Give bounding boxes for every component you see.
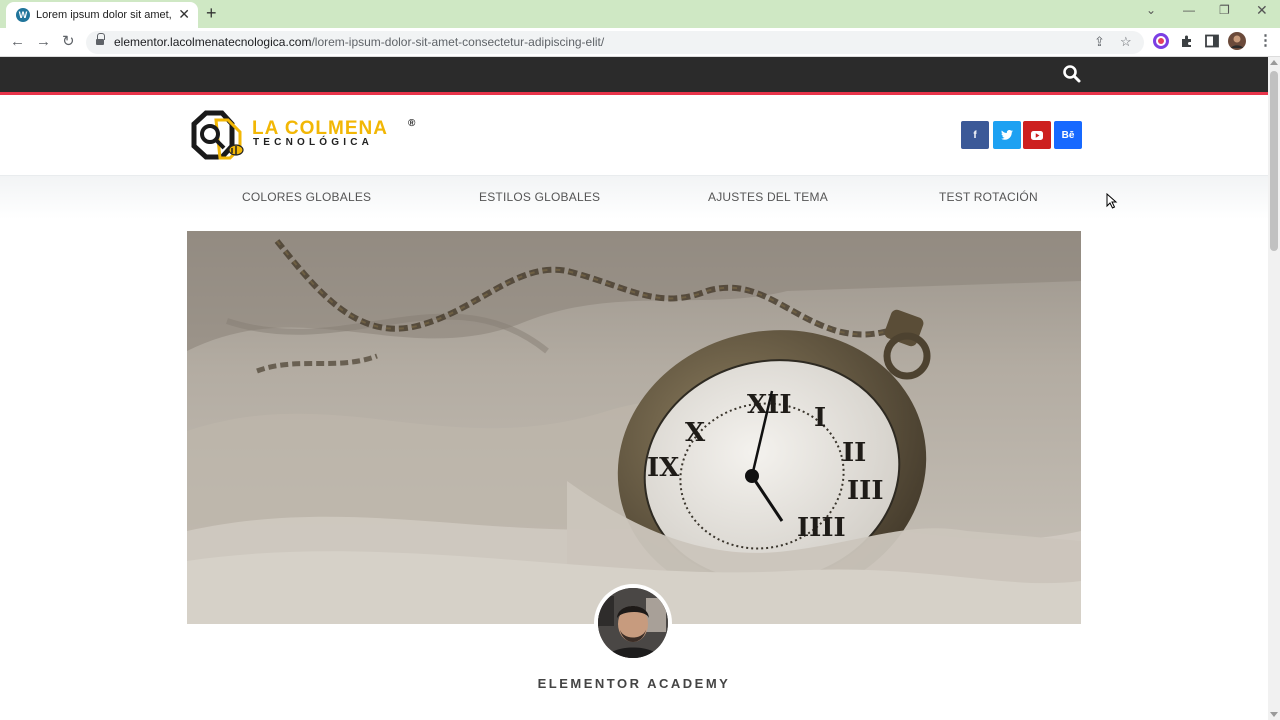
address-bar[interactable]: elementor.lacolmenatecnologica.com/lorem… [86, 31, 1144, 54]
wordpress-favicon-icon: W [16, 8, 30, 22]
lock-icon [96, 33, 105, 46]
tab-title: Lorem ipsum dolor sit amet, con [36, 9, 174, 21]
browser-tab-strip: W Lorem ipsum dolor sit amet, con ✕ + ⌄ … [0, 0, 1280, 28]
tab-search-chevron-icon[interactable]: ⌄ [1146, 3, 1156, 17]
svg-text:IIII: IIII [797, 513, 846, 543]
bookmark-star-icon[interactable]: ☆ [1120, 34, 1132, 50]
behance-icon: Bē [1061, 129, 1075, 141]
main-menu [0, 175, 1268, 219]
svg-text:X: X [685, 418, 706, 448]
menu-item-estilos-globales[interactable]: ESTILOS GLOBALES [479, 190, 600, 204]
site-logo[interactable]: LA COLMENA ® TECNOLÓGICA [186, 110, 422, 162]
pocket-watch-image: XII I II III X IX IIII [187, 231, 1081, 624]
svg-text:IX: IX [647, 453, 680, 483]
menu-item-test-rotacion[interactable]: TEST ROTACIÓN [939, 190, 1038, 204]
twitter-button[interactable] [993, 121, 1021, 149]
logo-subtitle: TECNOLÓGICA [253, 137, 374, 148]
url-path: /lorem-ipsum-dolor-sit-amet-consectetur-… [311, 35, 605, 49]
hexagon-logo-icon [191, 110, 244, 160]
behance-button[interactable]: Bē [1054, 121, 1082, 149]
youtube-icon [1031, 130, 1043, 140]
scroll-down-arrow-icon[interactable] [1270, 712, 1278, 717]
browser-menu-icon[interactable]: ⋮ [1258, 32, 1273, 50]
svg-text:III: III [847, 476, 884, 506]
logo-registered-mark: ® [408, 118, 416, 129]
browser-tab[interactable]: W Lorem ipsum dolor sit amet, con ✕ [6, 2, 198, 28]
forward-icon[interactable]: → [36, 33, 51, 51]
side-panel-icon[interactable] [1204, 33, 1220, 49]
minimize-icon[interactable]: — [1183, 3, 1195, 17]
page-scrollbar[interactable] [1268, 57, 1280, 720]
menu-item-ajustes-del-tema[interactable]: AJUSTES DEL TEMA [708, 190, 828, 204]
search-icon[interactable] [1062, 64, 1082, 84]
author-name[interactable]: ELEMENTOR ACADEMY [0, 676, 1268, 691]
profile-avatar-icon[interactable] [1228, 32, 1246, 50]
youtube-button[interactable] [1023, 121, 1051, 149]
twitter-icon [1001, 130, 1013, 140]
url-text: elementor.lacolmenatecnologica.com/lorem… [114, 35, 604, 49]
new-tab-icon[interactable]: + [206, 4, 217, 22]
restore-icon[interactable]: ❐ [1219, 3, 1230, 17]
svg-text:II: II [842, 438, 866, 468]
scroll-thumb[interactable] [1270, 71, 1278, 251]
mouse-cursor-icon [1106, 193, 1118, 209]
url-domain: elementor.lacolmenatecnologica.com [114, 35, 312, 49]
facebook-button[interactable]: f [961, 121, 989, 149]
color-extension-icon[interactable] [1153, 33, 1169, 49]
back-icon[interactable]: ← [10, 33, 25, 51]
extensions-puzzle-icon[interactable] [1179, 33, 1195, 49]
featured-image: XII I II III X IX IIII [187, 231, 1081, 624]
facebook-icon: f [973, 129, 977, 141]
author-photo [598, 588, 668, 658]
browser-toolbar: ← → ↻ elementor.lacolmenatecnologica.com… [0, 28, 1280, 57]
svg-text:I: I [814, 403, 826, 433]
reload-icon[interactable]: ↻ [62, 33, 75, 51]
share-icon[interactable]: ⇪ [1094, 34, 1105, 50]
menu-item-colores-globales[interactable]: COLORES GLOBALES [242, 190, 371, 204]
close-tab-icon[interactable]: ✕ [178, 7, 190, 21]
author-avatar[interactable] [594, 584, 672, 662]
close-window-icon[interactable]: ✕ [1256, 2, 1268, 19]
scroll-up-arrow-icon[interactable] [1270, 60, 1278, 65]
